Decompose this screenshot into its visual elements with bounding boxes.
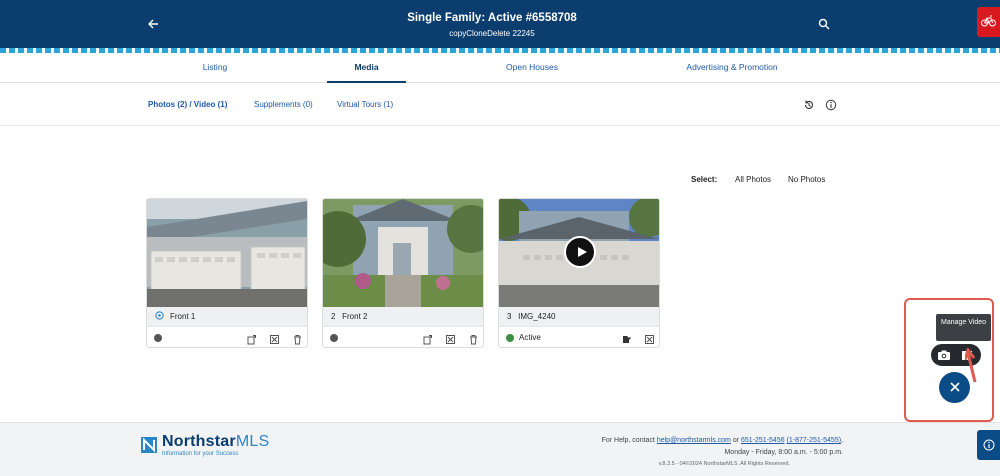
help-email-link[interactable]: help@northstarmls.com bbox=[657, 437, 731, 444]
page-subtitle: copyCloneDelete 22245 bbox=[449, 29, 535, 38]
info-icon bbox=[983, 439, 995, 451]
search-button[interactable] bbox=[815, 15, 833, 33]
tab-listing[interactable]: Listing bbox=[180, 53, 250, 83]
northstar-logo-icon bbox=[141, 437, 157, 453]
manage-video-tooltip: Manage Video bbox=[936, 314, 991, 341]
rotate-icon bbox=[423, 335, 432, 345]
rotate-button[interactable] bbox=[247, 332, 258, 345]
footer-help: For Help, contact help@northstarmls.com … bbox=[601, 437, 843, 444]
footer-version: v.8.3.5 - 04©2024 NorthstarMLS. All Righ… bbox=[658, 461, 790, 467]
status-dot bbox=[330, 334, 338, 342]
subnav-virtual-tours[interactable]: Virtual Tours (1) bbox=[337, 100, 393, 109]
camera-icon bbox=[938, 350, 950, 360]
play-button[interactable] bbox=[564, 236, 596, 268]
status-dot bbox=[506, 334, 514, 342]
video-thumbnail[interactable] bbox=[499, 199, 659, 307]
bicycle-icon bbox=[981, 15, 996, 27]
status-text: Active bbox=[519, 333, 541, 342]
hide-photo-icon bbox=[645, 335, 654, 344]
help-tollfree-link[interactable]: (1-877-251-5455) bbox=[787, 437, 841, 444]
card-footer bbox=[147, 326, 307, 347]
photo-thumbnail[interactable] bbox=[323, 199, 483, 307]
media-card[interactable]: 3 IMG_4240 Active bbox=[498, 198, 660, 348]
footer-logo: NorthstarMLS bbox=[162, 433, 270, 450]
media-card[interactable]: Front 1 bbox=[146, 198, 308, 348]
hide-photo-button[interactable] bbox=[644, 332, 655, 344]
history-icon bbox=[804, 100, 813, 109]
delete-button[interactable] bbox=[468, 332, 479, 345]
footer-tagline: Information for your Success bbox=[162, 451, 239, 457]
tab-advertising[interactable]: Advertising & Promotion bbox=[668, 53, 796, 83]
tab-media[interactable]: Media bbox=[327, 53, 406, 83]
edit-video-button[interactable] bbox=[621, 332, 632, 343]
main-tabs: Listing Media Open Houses Advertising & … bbox=[0, 53, 1000, 83]
info-icon bbox=[825, 99, 837, 111]
video-ring-icon bbox=[155, 311, 164, 320]
info-button[interactable] bbox=[825, 98, 839, 112]
bicycle-button[interactable] bbox=[977, 7, 1000, 37]
card-footer: Active bbox=[499, 326, 659, 347]
rotate-button[interactable] bbox=[423, 332, 434, 345]
info-side-button[interactable] bbox=[977, 430, 1000, 460]
select-all-photos[interactable]: All Photos bbox=[735, 175, 771, 184]
photo-caption: 2 Front 2 bbox=[323, 307, 483, 326]
card-footer bbox=[323, 326, 483, 347]
hide-photo-button[interactable] bbox=[445, 332, 456, 344]
select-label: Select: bbox=[691, 175, 718, 184]
hide-photo-icon bbox=[270, 335, 279, 344]
help-phone-link[interactable]: 651-251-5456 bbox=[741, 437, 785, 444]
trash-icon bbox=[294, 335, 301, 345]
play-icon bbox=[578, 247, 587, 257]
page-title: Single Family: Active #6558708 bbox=[407, 12, 577, 24]
history-button[interactable] bbox=[803, 98, 817, 112]
close-fab-button[interactable] bbox=[939, 372, 970, 403]
hide-photo-button[interactable] bbox=[269, 332, 280, 344]
footer-hours: Monday - Friday, 8:00 a.m. - 5:00 p.m. bbox=[724, 449, 843, 456]
subnav-supplements[interactable]: Supplements (0) bbox=[254, 100, 313, 109]
delete-button[interactable] bbox=[292, 332, 303, 345]
back-button[interactable] bbox=[143, 14, 163, 34]
trash-icon bbox=[470, 335, 477, 345]
select-no-photos[interactable]: No Photos bbox=[788, 175, 825, 184]
photo-caption: 3 IMG_4240 bbox=[499, 307, 659, 326]
annotation-arrow bbox=[965, 348, 977, 383]
media-card[interactable]: 2 Front 2 bbox=[322, 198, 484, 348]
hide-photo-icon bbox=[446, 335, 455, 344]
app-header: Single Family: Active #6558708 copyClone… bbox=[0, 0, 1000, 48]
close-icon bbox=[949, 382, 960, 392]
subnav-photos-video[interactable]: Photos (2) / Video (1) bbox=[148, 100, 227, 109]
photo-caption: Front 1 bbox=[147, 307, 307, 326]
edit-doc-icon bbox=[623, 336, 631, 343]
camera-button[interactable] bbox=[937, 348, 951, 362]
tab-open-houses[interactable]: Open Houses bbox=[490, 53, 574, 83]
rotate-icon bbox=[247, 335, 256, 345]
arrow-left-icon bbox=[148, 19, 158, 29]
search-icon bbox=[818, 18, 830, 30]
media-subnav: Photos (2) / Video (1) Supplements (0) V… bbox=[0, 84, 1000, 126]
photo-thumbnail[interactable] bbox=[147, 199, 307, 307]
status-dot bbox=[154, 334, 162, 342]
